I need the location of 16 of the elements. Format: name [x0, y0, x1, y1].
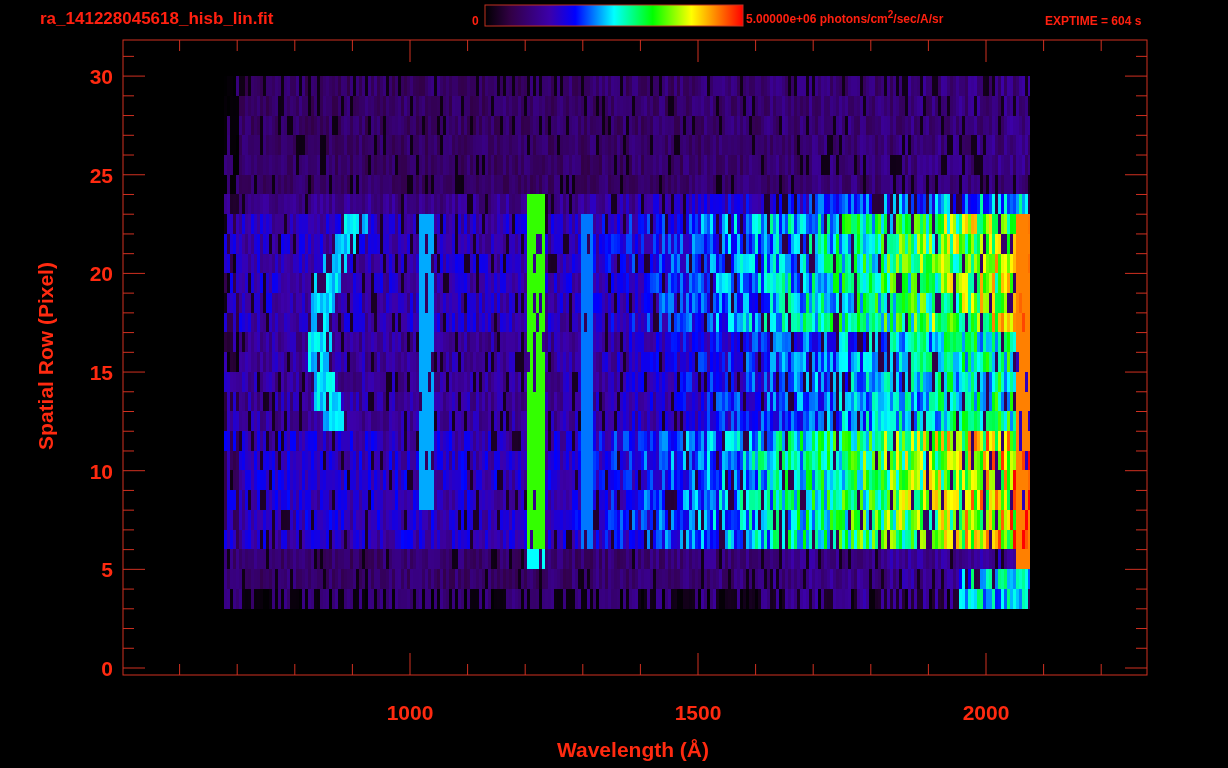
y-tick-label: 20	[89, 262, 113, 286]
y-tick-label: 5	[101, 558, 113, 582]
x-tick-label: 1000	[386, 701, 434, 724]
y-tick-label: 0	[101, 657, 113, 680]
colorbar-min-label: 0	[472, 14, 479, 28]
colorbar-max-label: 5.00000e+06 photons/cm$^{2}$/sec/A/sr	[746, 9, 944, 26]
x-axis-title: Wavelength (Å)	[556, 738, 710, 761]
y-tick-label: 25	[89, 163, 113, 187]
file-title: ra_141228045618_hisb_lin.fit	[40, 9, 274, 28]
x-tick-label: 1500	[674, 701, 722, 724]
y-axis-title: Spatial Row (Pixel)	[34, 262, 57, 450]
x-tick-label: 2000	[962, 701, 1010, 724]
y-tick-label: 15	[89, 361, 113, 385]
y-tick-label: 30	[89, 65, 113, 89]
y-tick-label: 10	[89, 459, 113, 483]
exposure-time: EXPTIME = 604 s	[1045, 14, 1142, 28]
